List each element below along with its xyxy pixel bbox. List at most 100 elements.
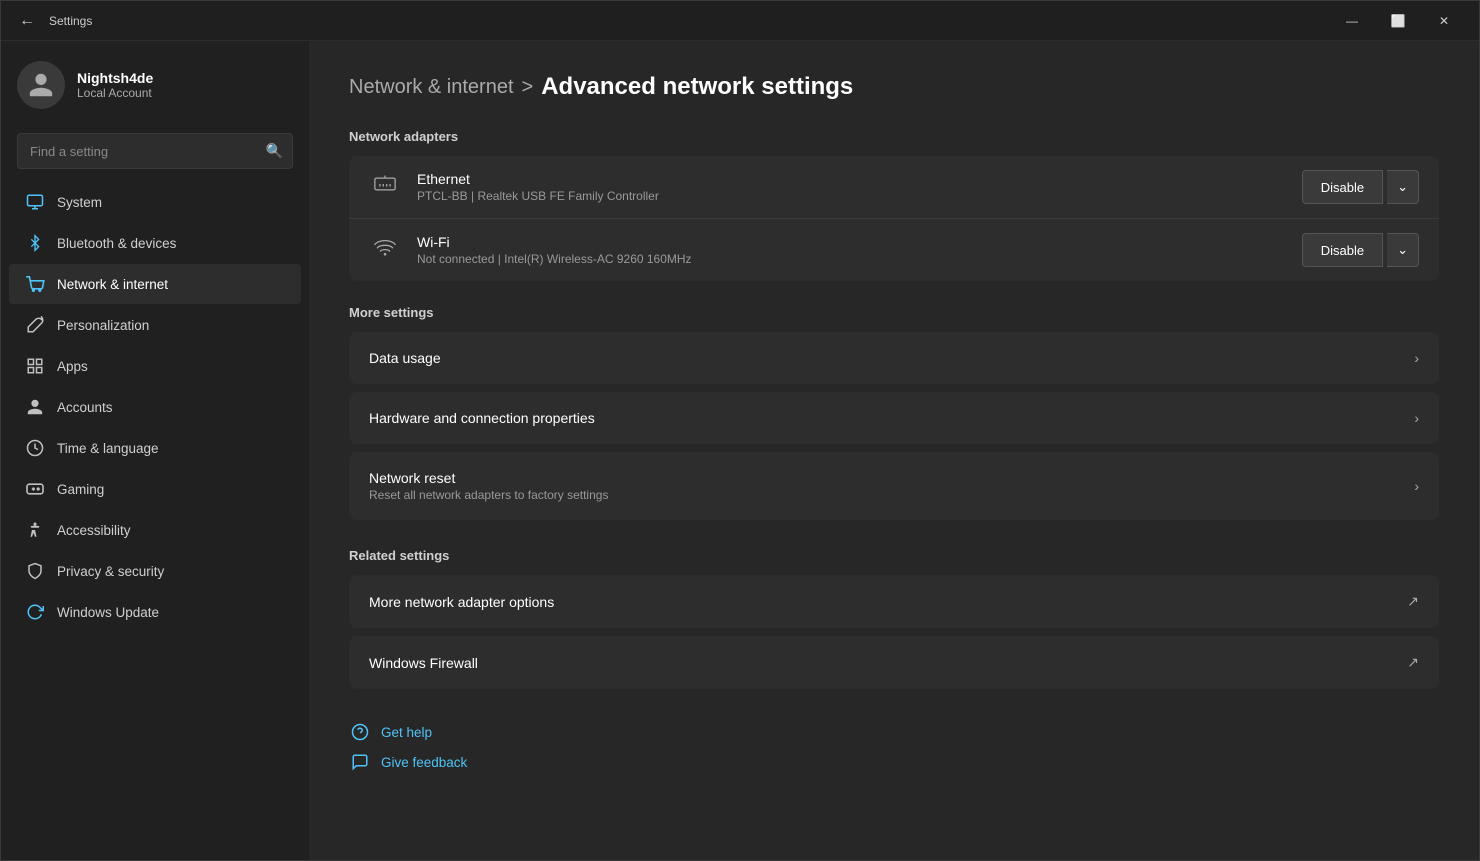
more-settings-group: Data usage › Hardware and connection pro… [349,332,1439,524]
get-help-label: Get help [381,725,432,740]
network-icon [25,274,45,294]
network-adapters-label: Network adapters [349,129,1439,144]
title-bar: ← Settings — ⬜ ✕ [1,1,1479,41]
sidebar-item-apps-label: Apps [57,359,88,374]
sidebar-item-accounts[interactable]: Accounts [9,387,301,427]
user-section: Nightsh4de Local Account [1,41,309,129]
sidebar-item-personalization-label: Personalization [57,318,149,333]
window-controls: — ⬜ ✕ [1329,5,1467,37]
sidebar-item-gaming[interactable]: Gaming [9,469,301,509]
network-adapters-card: Ethernet PTCL-BB | Realtek USB FE Family… [349,156,1439,281]
search-icon[interactable]: 🔍 [266,143,283,160]
wifi-disable-button[interactable]: Disable [1302,233,1383,267]
windows-firewall-title: Windows Firewall [369,655,1407,671]
search-input[interactable] [17,133,293,169]
network-reset-chevron: › [1414,478,1419,494]
user-info: Nightsh4de Local Account [77,70,153,100]
sidebar-item-accessibility-label: Accessibility [57,523,131,538]
update-icon [25,602,45,622]
search-box: 🔍 [17,133,293,169]
sidebar-item-system-label: System [57,195,102,210]
sidebar-item-privacy[interactable]: Privacy & security [9,551,301,591]
gaming-icon [25,479,45,499]
shield-icon [25,561,45,581]
sidebar-item-bluetooth-label: Bluetooth & devices [57,236,176,251]
sidebar-item-windows-update-label: Windows Update [57,605,159,620]
close-button[interactable]: ✕ [1421,5,1467,37]
get-help-link[interactable]: Get help [349,721,1439,743]
related-settings-label: Related settings [349,548,1439,563]
more-adapter-options-card[interactable]: More network adapter options ↗ [349,575,1439,628]
user-name: Nightsh4de [77,70,153,86]
wifi-expand-button[interactable]: ⌄ [1387,233,1419,267]
sidebar-item-system[interactable]: System [9,182,301,222]
sidebar: Nightsh4de Local Account 🔍 System [1,41,309,860]
sidebar-item-personalization[interactable]: Personalization [9,305,301,345]
help-section: Get help Give feedback [349,721,1439,773]
sidebar-item-apps[interactable]: Apps [9,346,301,386]
wifi-adapter-name: Wi-Fi [417,234,1302,250]
sidebar-item-time-label: Time & language [57,441,159,456]
ethernet-icon [369,173,401,201]
wifi-icon [369,236,401,264]
wifi-adapter-controls: Disable ⌄ [1302,233,1419,267]
sidebar-item-time[interactable]: Time & language [9,428,301,468]
more-adapter-options-external-icon: ↗ [1407,593,1419,610]
more-adapter-options-title: More network adapter options [369,594,1407,610]
maximize-button[interactable]: ⬜ [1375,5,1421,37]
give-feedback-link[interactable]: Give feedback [349,751,1439,773]
breadcrumb-current: Advanced network settings [541,73,853,101]
network-reset-title: Network reset [369,470,1414,486]
more-settings-label: More settings [349,305,1439,320]
main-content: Nightsh4de Local Account 🔍 System [1,41,1479,860]
breadcrumb-parent[interactable]: Network & internet [349,76,514,99]
hardware-props-chevron: › [1414,410,1419,426]
minimize-button[interactable]: — [1329,5,1375,37]
time-icon [25,438,45,458]
breadcrumb-separator: > [522,76,534,99]
ethernet-adapter-row: Ethernet PTCL-BB | Realtek USB FE Family… [349,156,1439,219]
sidebar-item-accessibility[interactable]: Accessibility [9,510,301,550]
sidebar-item-accounts-label: Accounts [57,400,113,415]
hardware-props-title: Hardware and connection properties [369,410,1414,426]
give-feedback-label: Give feedback [381,755,467,770]
sidebar-item-windows-update[interactable]: Windows Update [9,592,301,632]
sidebar-nav: System Bluetooth & devices [1,181,309,633]
accounts-icon [25,397,45,417]
system-icon [25,192,45,212]
ethernet-adapter-info: Ethernet PTCL-BB | Realtek USB FE Family… [417,171,1302,203]
wifi-adapter-info: Wi-Fi Not connected | Intel(R) Wireless-… [417,234,1302,266]
ethernet-adapter-name: Ethernet [417,171,1302,187]
ethernet-expand-button[interactable]: ⌄ [1387,170,1419,204]
accessibility-icon [25,520,45,540]
windows-firewall-card[interactable]: Windows Firewall ↗ [349,636,1439,689]
network-reset-subtitle: Reset all network adapters to factory se… [369,488,1414,502]
avatar [17,61,65,109]
get-help-icon [349,721,371,743]
content-pane: Network & internet > Advanced network se… [309,41,1479,860]
breadcrumb: Network & internet > Advanced network se… [349,73,1439,101]
wifi-adapter-desc: Not connected | Intel(R) Wireless-AC 926… [417,252,1302,266]
bluetooth-icon [25,233,45,253]
data-usage-title: Data usage [369,350,1414,366]
window-title: Settings [49,14,92,28]
related-settings-group: More network adapter options ↗ Windows F… [349,575,1439,693]
sidebar-item-bluetooth[interactable]: Bluetooth & devices [9,223,301,263]
back-button[interactable]: ← [13,7,41,35]
sidebar-item-network[interactable]: Network & internet [9,264,301,304]
brush-icon [25,315,45,335]
wifi-adapter-row: Wi-Fi Not connected | Intel(R) Wireless-… [349,219,1439,281]
user-account-type: Local Account [77,86,153,100]
settings-window: ← Settings — ⬜ ✕ Nightsh4de Local [0,0,1480,861]
sidebar-item-privacy-label: Privacy & security [57,564,164,579]
sidebar-item-network-label: Network & internet [57,277,168,292]
give-feedback-icon [349,751,371,773]
ethernet-adapter-desc: PTCL-BB | Realtek USB FE Family Controll… [417,189,1302,203]
hardware-props-card[interactable]: Hardware and connection properties › [349,392,1439,444]
ethernet-disable-button[interactable]: Disable [1302,170,1383,204]
network-reset-card[interactable]: Network reset Reset all network adapters… [349,452,1439,520]
data-usage-card[interactable]: Data usage › [349,332,1439,384]
data-usage-chevron: › [1414,350,1419,366]
apps-icon [25,356,45,376]
sidebar-item-gaming-label: Gaming [57,482,104,497]
